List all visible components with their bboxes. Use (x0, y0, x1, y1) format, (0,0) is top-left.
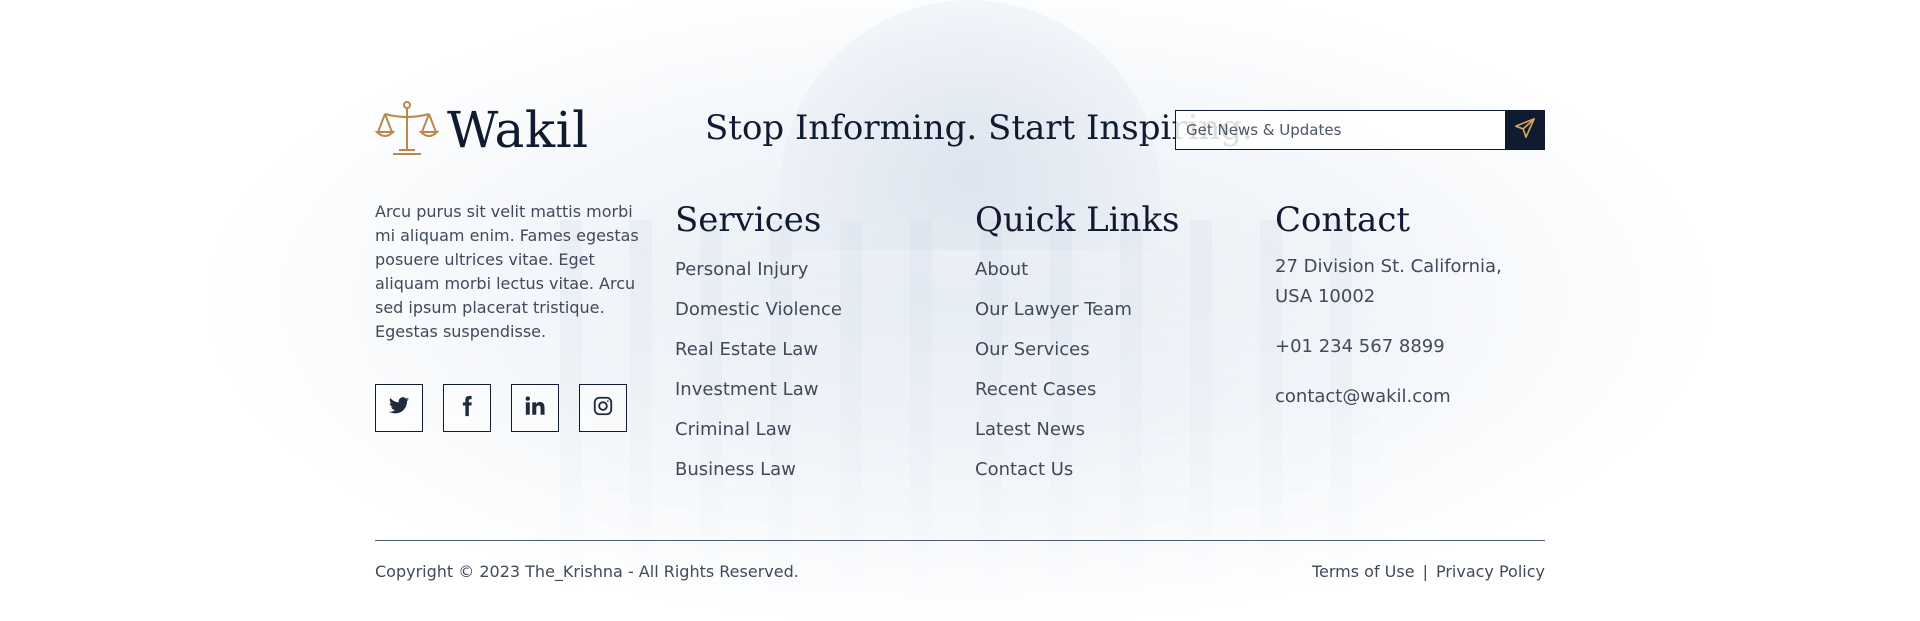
newsletter-form (1175, 110, 1545, 150)
linkedin-icon (524, 395, 546, 421)
legal-separator: | (1422, 562, 1428, 581)
contact-address: 27 Division St. California, USA 10002 (1275, 252, 1502, 312)
quick-link-about[interactable]: About (975, 258, 1180, 298)
facebook-icon (456, 395, 478, 421)
quick-link-latest-news[interactable]: Latest News (975, 418, 1180, 458)
social-links (375, 384, 627, 432)
instagram-icon (592, 395, 614, 421)
quick-link-lawyer-team[interactable]: Our Lawyer Team (975, 298, 1180, 338)
brand-name: Wakil (447, 101, 589, 159)
instagram-link[interactable] (579, 384, 627, 432)
linkedin-link[interactable] (511, 384, 559, 432)
contact-column: Contact 27 Division St. California, USA … (1275, 200, 1502, 412)
paper-plane-icon (1514, 117, 1536, 143)
site-footer: Wakil Stop Informing. Start Inspiring. A… (374, 0, 1545, 621)
services-column: Services Personal Injury Domestic Violen… (675, 200, 842, 498)
newsletter-submit-button[interactable] (1505, 110, 1545, 150)
facebook-link[interactable] (443, 384, 491, 432)
terms-of-use-link[interactable]: Terms of Use (1312, 562, 1415, 581)
quick-links-heading: Quick Links (975, 200, 1180, 240)
services-link-personal-injury[interactable]: Personal Injury (675, 258, 842, 298)
services-heading: Services (675, 200, 822, 240)
address-line-1: 27 Division St. California, (1275, 256, 1502, 277)
twitter-icon (388, 395, 410, 421)
brand-logo[interactable]: Wakil (374, 100, 589, 160)
contact-email[interactable]: contact@wakil.com (1275, 382, 1502, 412)
quick-link-recent-cases[interactable]: Recent Cases (975, 378, 1180, 418)
quick-link-contact-us[interactable]: Contact Us (975, 458, 1180, 498)
scales-of-justice-icon (374, 100, 440, 160)
quick-link-services[interactable]: Our Services (975, 338, 1180, 378)
footer-divider (375, 540, 1545, 541)
services-link-criminal-law[interactable]: Criminal Law (675, 418, 842, 458)
services-link-domestic-violence[interactable]: Domestic Violence (675, 298, 842, 338)
tagline: Stop Informing. Start Inspiring. (705, 108, 1253, 148)
twitter-link[interactable] (375, 384, 423, 432)
legal-links: Terms of Use | Privacy Policy (1312, 562, 1545, 581)
contact-heading: Contact (1275, 200, 1411, 240)
newsletter-email-input[interactable] (1175, 110, 1505, 150)
services-link-real-estate-law[interactable]: Real Estate Law (675, 338, 842, 378)
contact-phone[interactable]: +01 234 567 8899 (1275, 332, 1502, 362)
about-text: Arcu purus sit velit mattis morbi mi ali… (375, 202, 639, 341)
quick-links-column: Quick Links About Our Lawyer Team Our Se… (975, 200, 1180, 498)
services-link-investment-law[interactable]: Investment Law (675, 378, 842, 418)
services-link-business-law[interactable]: Business Law (675, 458, 842, 498)
privacy-policy-link[interactable]: Privacy Policy (1436, 562, 1545, 581)
address-line-2: USA 10002 (1275, 286, 1376, 307)
copyright-text: Copyright © 2023 The_Krishna - All Right… (375, 562, 799, 581)
